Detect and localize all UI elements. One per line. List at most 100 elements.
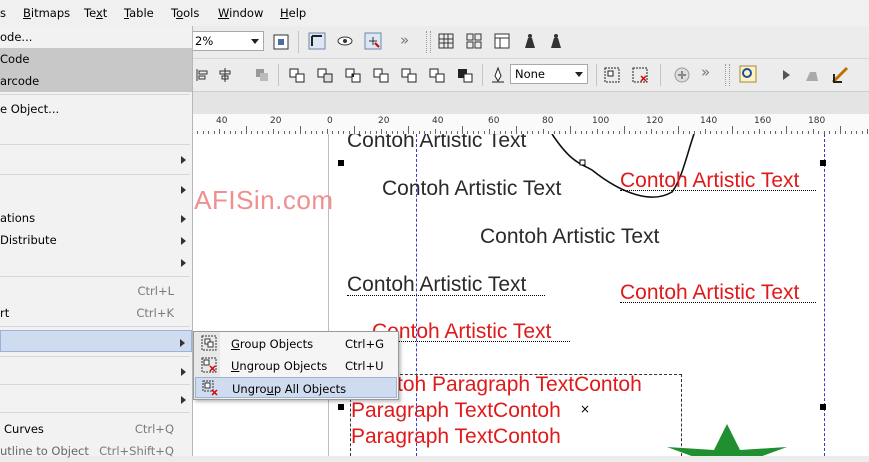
grid-icon[interactable] [437,32,455,50]
ungroup-objects-icon[interactable] [631,66,649,84]
ruler-tick [354,126,355,134]
drawing-canvas[interactable]: www.GRAFISin.com Contoh Artistic Text Co… [192,134,869,456]
pen-tool-icon[interactable] [521,32,539,50]
weld-icon[interactable] [288,66,306,84]
menu-item-help[interactable]: Help [280,6,306,20]
ungroup-objects-icon [201,357,217,373]
group-objects-icon [201,335,217,351]
distribute-icon[interactable] [216,66,234,84]
page-border [328,134,329,456]
ruler-label: 60 [488,116,500,126]
artistic-text-2[interactable]: Contoh Artistic Text [382,178,561,200]
ruler-label: 180 [808,116,826,126]
align-icon[interactable] [193,66,211,84]
selection-handle[interactable] [338,160,344,166]
selection-handle[interactable] [820,160,826,166]
ungroup-objects-item[interactable]: Ungroup Objects Ctrl+U [195,355,397,376]
group-objects-icon[interactable] [603,66,621,84]
menu-item-combine[interactable]: Ctrl+L [0,280,192,302]
ruler-label: 80 [542,116,554,126]
more-chevron-icon[interactable]: » [400,31,409,49]
menu-item-table[interactable]: Table [124,6,154,20]
fit-to-path-icon[interactable] [739,65,757,83]
add-circle-icon[interactable] [673,66,691,84]
menu-item-edit-barcode[interactable]: arcode [0,70,192,92]
menu-item-submenu[interactable] [0,148,192,170]
watermark-text: www.GRAFISin.com [192,185,334,215]
ruler-label: 120 [646,116,664,126]
front-minus-back-icon[interactable] [400,66,418,84]
rulers-toggle-icon[interactable] [308,32,326,50]
menu-item-bitmaps[interactable]: Bitmaps [23,6,70,20]
selection-handle[interactable] [820,404,826,410]
menu-item-align-distribute[interactable]: Distribute [0,229,192,251]
ruler-label: 160 [754,116,772,126]
intersect-icon[interactable] [344,66,362,84]
trim-icon[interactable] [316,66,334,84]
ruler-label: 140 [700,116,718,126]
combine-icon[interactable] [253,66,271,84]
more-chevron-2-icon[interactable]: » [701,63,710,81]
ruler-label: 0 [327,116,333,126]
menu-item-text[interactable]: Text [84,6,107,20]
artistic-text-4[interactable]: Contoh Artistic Text [347,274,526,296]
menu-item-outline-to-object[interactable]: utline to Object Ctrl+Shift+Q [0,440,192,462]
ruler-tick [246,126,247,134]
menu-item-tools[interactable]: Tools [171,6,199,20]
menu-item-submenu[interactable] [0,251,192,273]
layout-icon[interactable] [465,32,483,50]
ruler-label: 20 [378,116,390,126]
arrange-menu: ode... Code arcode e Object... ations Di… [0,26,193,458]
simplify-icon[interactable] [372,66,390,84]
ruler-tool-icon[interactable] [831,66,849,84]
zoom-fit-icon[interactable] [272,33,290,51]
group-submenu: Group Objects Ctrl+G Ungroup Objects Ctr… [193,331,399,400]
outline-pen-icon[interactable] [489,66,507,84]
outline-width-combo[interactable]: None [510,64,588,84]
artistic-text-3[interactable]: Contoh Artistic Text [480,226,659,248]
menu-item-submenu[interactable] [0,388,192,410]
menu-item-partial[interactable]: s [0,6,6,20]
menu-item-submenu[interactable] [0,178,192,200]
ruler-label: 20 [270,116,282,126]
menu-item-convert-to-curves[interactable]: Curves Ctrl+Q [0,418,192,440]
ruler-label: 40 [432,116,444,126]
table-icon[interactable] [493,32,511,50]
view-eye-icon[interactable] [336,32,354,50]
snap-grid-icon[interactable] [364,32,382,50]
menu-item-barcode[interactable]: ode... [0,26,192,48]
ruler-label: 40 [216,116,228,126]
selection-handle[interactable] [338,404,344,410]
play-icon[interactable] [777,66,795,84]
ruler-tick [840,126,841,134]
menu-item-insert-object[interactable]: e Object... [0,98,192,120]
ruler-tick [786,126,787,134]
artistic-text-red-2[interactable]: Contoh Artistic Text [620,282,799,304]
ungroup-all-objects-item[interactable]: Ungroup All Objects [195,377,397,398]
text-baseline [620,190,816,191]
create-boundary-icon[interactable] [456,66,474,84]
menu-item-qr-code[interactable]: Code [0,48,192,70]
menu-item-break-apart[interactable]: rt Ctrl+K [0,302,192,324]
artistic-text-1[interactable]: Contoh Artistic Text [347,134,526,152]
pen-tool-2-icon[interactable] [547,32,565,50]
green-star-shape[interactable] [662,422,792,456]
menu-item-group[interactable] [0,330,192,352]
menu-item-submenu[interactable] [0,360,192,382]
back-minus-front-icon[interactable] [428,66,446,84]
artistic-text-red-1[interactable]: Contoh Artistic Text [620,170,799,192]
text-baseline [347,295,545,296]
ruler-tick [462,126,463,134]
shape-tool-icon[interactable] [803,66,821,84]
zoom-level-combo[interactable]: 2% [190,31,264,51]
ruler-tick [300,126,301,134]
ruler-tick [516,126,517,134]
group-objects-item[interactable]: Group Objects Ctrl+G [195,333,397,354]
ungroup-all-objects-icon [202,380,218,396]
ruler-tick [732,126,733,134]
menu-item-window[interactable]: Window [218,6,263,20]
horizontal-ruler[interactable]: 40 20 0 20 40 60 80 100 120 140 160 180 [192,114,869,135]
menu-item-transformations[interactable]: ations [0,207,192,229]
ruler-tick [678,126,679,134]
ruler-tick [624,126,625,134]
